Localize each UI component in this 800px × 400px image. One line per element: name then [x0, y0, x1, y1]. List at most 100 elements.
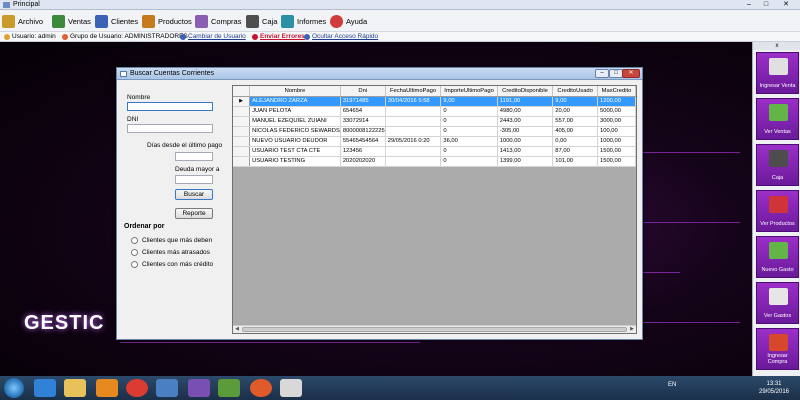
close-button[interactable]: ✕ — [778, 1, 794, 9]
column-header[interactable]: Dni — [340, 86, 386, 97]
cell[interactable]: ALEJANDRO ZARZA — [249, 96, 341, 107]
scroll-thumb[interactable] — [242, 327, 627, 332]
buscar-button[interactable]: Buscar — [175, 189, 213, 200]
cell[interactable]: 1413,00 — [497, 146, 554, 157]
cell[interactable]: NICOLAS FEDERICO SEWARDS — [249, 126, 341, 137]
cell[interactable]: 405,00 — [552, 126, 598, 137]
language-indicator[interactable]: EN — [668, 382, 676, 388]
accounts-grid[interactable]: Nombre Dni FechaUltimoPago ImporteUltimo… — [232, 85, 637, 334]
visual-studio-icon[interactable] — [188, 379, 210, 397]
cell[interactable]: 1200,00 — [597, 96, 636, 107]
cell[interactable]: -305,00 — [497, 126, 554, 137]
cell[interactable]: 0 — [440, 156, 498, 167]
sidebar-ver-gastos[interactable]: Ver Gastos — [756, 282, 799, 324]
cell[interactable]: 557,00 — [552, 116, 598, 127]
chrome-icon[interactable] — [126, 379, 148, 397]
cell[interactable]: 1000,00 — [497, 136, 554, 147]
sidebar-ingresar-venta[interactable]: Ingresar Venta — [756, 52, 799, 94]
dialog-minimize-button[interactable]: – — [595, 69, 609, 78]
cell[interactable]: 33072914 — [340, 116, 386, 127]
menu-informes[interactable]: Informes — [281, 13, 326, 29]
table-row[interactable]: ▶ ALEJANDRO ZARZA 31971485 30/04/2016 5:… — [233, 96, 636, 107]
column-header[interactable]: CreditoDisponible — [497, 86, 554, 97]
row-header[interactable] — [233, 106, 251, 117]
menu-compras[interactable]: Compras — [195, 13, 241, 29]
cell[interactable]: 4980,00 — [497, 106, 554, 117]
cell[interactable]: 1500,00 — [597, 146, 636, 157]
menu-caja[interactable]: Caja — [246, 13, 277, 29]
cell[interactable]: 0 — [440, 126, 498, 137]
start-button-icon[interactable] — [4, 378, 24, 398]
row-header[interactable] — [233, 116, 251, 127]
cell[interactable]: USUARIO TEST CTA CTE — [249, 146, 341, 157]
system-clock[interactable]: 13:31 29/05/2016 — [754, 380, 794, 396]
minimize-button[interactable]: – — [742, 1, 756, 9]
scroll-right-icon[interactable]: ▶ — [628, 326, 636, 333]
row-header[interactable] — [233, 136, 251, 147]
table-row[interactable]: NUEVO USUARIO DEUDOR 55465454564 29/05/2… — [233, 136, 636, 147]
send-errors-link[interactable]: Enviar Errores — [260, 33, 305, 40]
column-header[interactable]: Nombre — [249, 86, 341, 97]
cell[interactable]: 9,00 — [552, 96, 598, 107]
maximize-button[interactable]: □ — [759, 1, 773, 9]
cell[interactable]: 1399,00 — [497, 156, 554, 167]
sidebar-caja[interactable]: Caja — [756, 144, 799, 186]
cell[interactable] — [385, 156, 442, 167]
radio-mas-credito[interactable] — [131, 261, 138, 268]
switch-user-link[interactable]: Cambiar de Usuario — [188, 33, 246, 40]
dias-input[interactable] — [175, 152, 213, 161]
cell[interactable]: 5000,00 — [597, 106, 636, 117]
nombre-input[interactable] — [127, 102, 213, 111]
cell[interactable]: 31971485 — [340, 96, 386, 107]
cell[interactable]: MANUEL EZEQUIEL ZUIANI — [249, 116, 341, 127]
reporte-button[interactable]: Reporte — [175, 208, 213, 219]
cell[interactable] — [385, 146, 442, 157]
cell[interactable]: 1191,00 — [497, 96, 554, 107]
column-header[interactable]: ImporteUltimoPago — [440, 86, 498, 97]
cell[interactable] — [385, 126, 442, 137]
gestic-icon[interactable] — [280, 379, 302, 397]
sidebar-nuevo-gasto[interactable]: Nuevo Gasto — [756, 236, 799, 278]
cell[interactable]: 0 — [440, 116, 498, 127]
media-player-icon[interactable] — [96, 379, 118, 397]
cell[interactable]: USUARIO TESTING — [249, 156, 341, 167]
menu-clientes[interactable]: Clientes — [95, 13, 138, 29]
cell[interactable]: 8000008122225 — [340, 126, 386, 137]
cell[interactable]: 100,00 — [597, 126, 636, 137]
cell[interactable]: 2443,00 — [497, 116, 554, 127]
cell[interactable]: JUAN PELOTA — [249, 106, 341, 117]
cell[interactable]: 20,00 — [552, 106, 598, 117]
table-row[interactable]: USUARIO TEST CTA CTE 123456 0 1413,00 87… — [233, 146, 636, 157]
firefox-icon[interactable] — [250, 379, 272, 397]
cell[interactable]: 1000,00 — [597, 136, 636, 147]
menu-archivo[interactable]: Archivo — [2, 13, 43, 29]
cell[interactable] — [385, 106, 442, 117]
radio-mas-deben[interactable] — [131, 237, 138, 244]
row-header[interactable] — [233, 146, 251, 157]
dni-input[interactable] — [127, 124, 213, 133]
column-header[interactable]: FechaUltimoPago — [385, 86, 442, 97]
cell[interactable]: 123456 — [340, 146, 386, 157]
deuda-input[interactable] — [175, 175, 213, 184]
cell[interactable]: 101,00 — [552, 156, 598, 167]
dialog-close-button[interactable]: ✕ — [622, 69, 640, 78]
ie-icon[interactable] — [34, 379, 56, 397]
folder-icon[interactable] — [64, 379, 86, 397]
column-header[interactable]: CreditoUsado — [552, 86, 598, 97]
network-icon[interactable] — [156, 379, 178, 397]
cell[interactable]: 1500,00 — [597, 156, 636, 167]
menu-ayuda[interactable]: Ayuda — [330, 13, 367, 29]
menu-productos[interactable]: Productos — [142, 13, 192, 29]
cell[interactable]: 0,00 — [552, 136, 598, 147]
table-row[interactable]: USUARIO TESTING 2020202020 0 1399,00 101… — [233, 156, 636, 167]
cell[interactable]: 30/04/2016 5:58 — [385, 96, 442, 107]
cell[interactable]: 0 — [440, 106, 498, 117]
paint-icon[interactable] — [218, 379, 240, 397]
menu-ventas[interactable]: Ventas — [52, 13, 91, 29]
row-header[interactable] — [233, 156, 251, 167]
table-row[interactable]: MANUEL EZEQUIEL ZUIANI 33072914 0 2443,0… — [233, 116, 636, 127]
sidebar-ingresar-compra[interactable]: Ingresar Compra — [756, 328, 799, 370]
row-header[interactable] — [233, 126, 251, 137]
cell[interactable]: NUEVO USUARIO DEUDOR — [249, 136, 341, 147]
sidebar-ver-ventas[interactable]: Ver Ventas — [756, 98, 799, 140]
